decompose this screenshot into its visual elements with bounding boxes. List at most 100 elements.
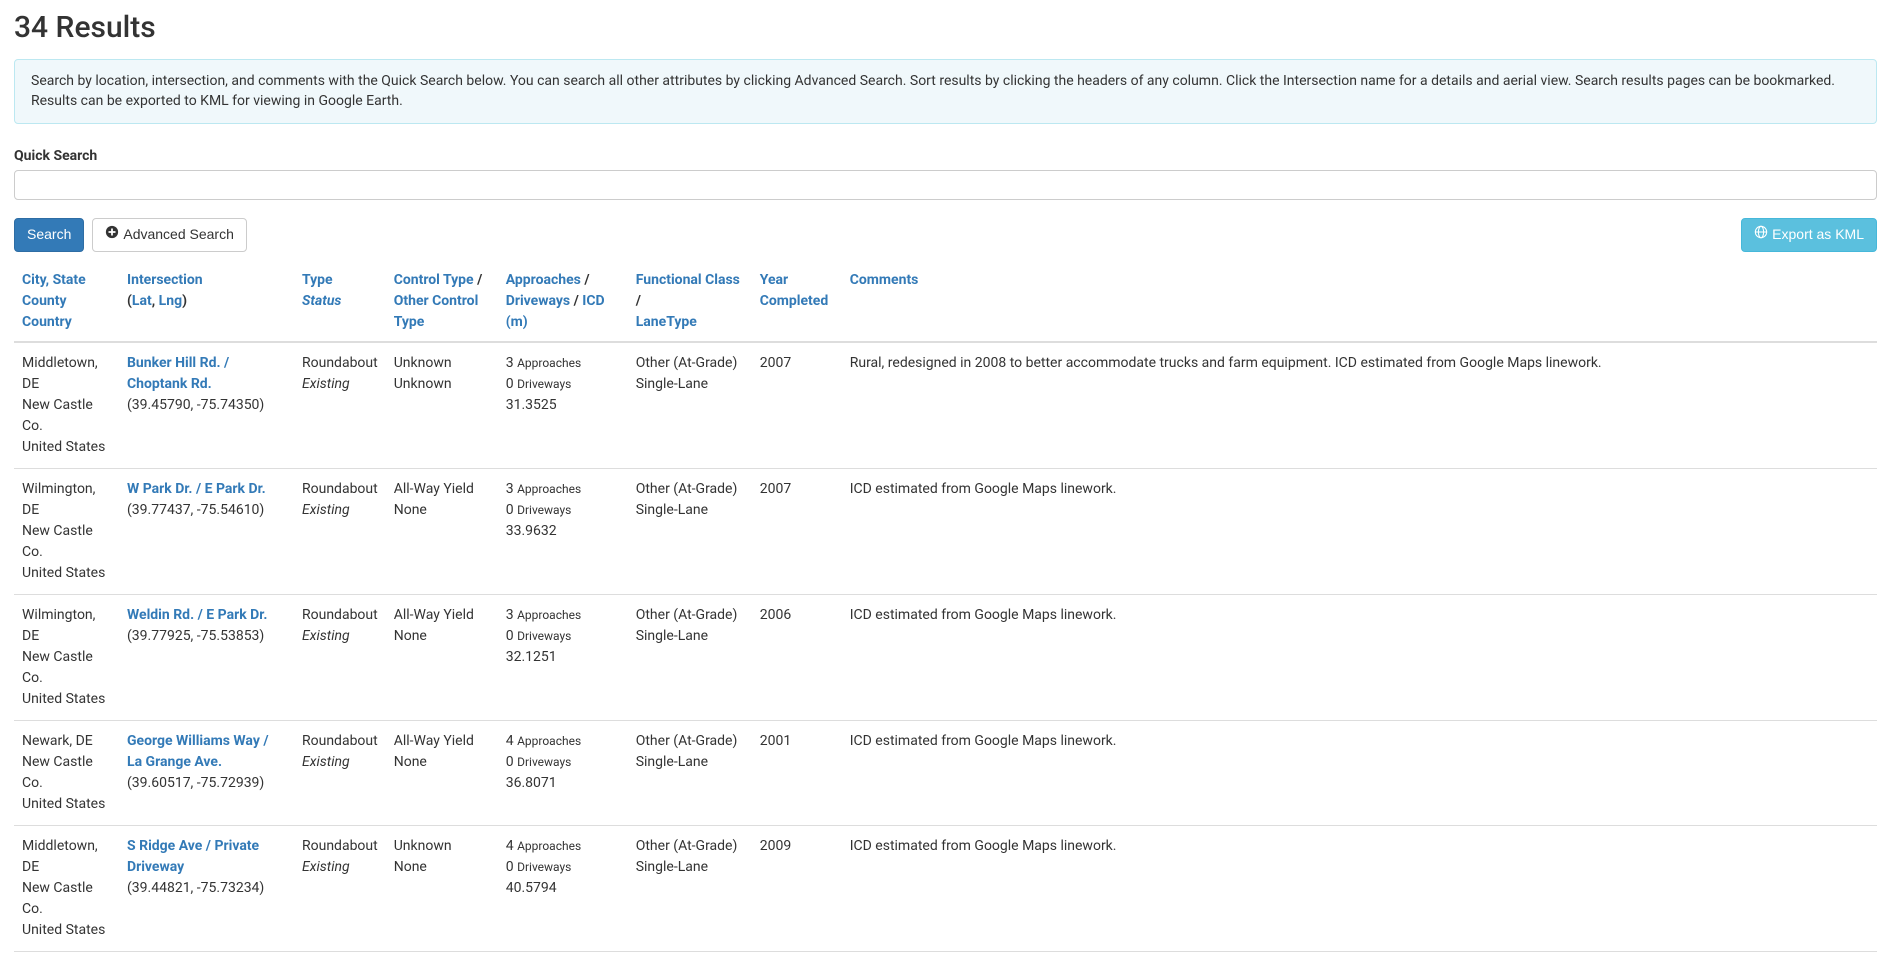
col-location[interactable]: City, State County Country: [14, 262, 119, 342]
icd-value: 31.3525: [506, 395, 620, 416]
plus-circle-icon: [105, 225, 119, 245]
quick-search-input[interactable]: [14, 170, 1877, 200]
cell-intersection: Weldin Rd. / E Park Dr. (39.77925, -75.53…: [119, 595, 294, 721]
col-comments[interactable]: Comments: [842, 262, 1877, 342]
driveways-count: 0: [506, 859, 514, 875]
header-country[interactable]: Country: [22, 314, 72, 330]
cell-year: 2007: [752, 342, 842, 469]
approaches-count: 3: [506, 607, 514, 623]
header-city-state[interactable]: City, State: [22, 272, 86, 288]
approaches-label: Approaches: [517, 356, 581, 370]
header-type[interactable]: Type: [302, 272, 333, 288]
functional-class: Other (At-Grade): [636, 836, 744, 857]
cell-approaches: 3 Approaches0 Driveways31.3525: [498, 342, 628, 469]
cell-comments: ICD estimated from Google Maps linework.: [842, 826, 1877, 952]
cell-control: All-Way YieldNone: [386, 595, 498, 721]
cell-approaches: 4 Approaches0 Driveways40.5794: [498, 826, 628, 952]
cell-type: RoundaboutExisting: [294, 595, 386, 721]
cell-approaches: 3 Approaches0 Driveways33.9632: [498, 469, 628, 595]
county: New Castle Co.: [22, 647, 111, 689]
cell-year: 2006: [752, 595, 842, 721]
toolbar-left: Search Advanced Search: [14, 218, 247, 252]
cell-type: RoundaboutExisting: [294, 721, 386, 826]
header-intersection[interactable]: Intersection: [127, 272, 203, 288]
intersection-link[interactable]: Weldin Rd. / E Park Dr.: [127, 607, 267, 623]
header-lng[interactable]: Lng: [159, 293, 182, 309]
icd-value: 40.5794: [506, 878, 620, 899]
cell-comments: ICD estimated from Google Maps linework.: [842, 721, 1877, 826]
page-title: 34 Results: [14, 10, 1877, 45]
info-box: Search by location, intersection, and co…: [14, 59, 1877, 124]
table-body: Middletown, DE New Castle Co. United State…: [14, 342, 1877, 952]
control-type: Unknown: [394, 836, 490, 857]
lane-type: Single-Lane: [636, 752, 744, 773]
approaches-label: Approaches: [517, 608, 581, 622]
cell-type: RoundaboutExisting: [294, 342, 386, 469]
cell-functional: Other (At-Grade)Single-Lane: [628, 826, 752, 952]
other-control-type: Unknown: [394, 374, 490, 395]
year: 2007: [760, 353, 834, 374]
approaches-label: Approaches: [517, 734, 581, 748]
latlng: (39.77437, -75.54610): [127, 500, 286, 521]
search-button-label: Search: [27, 225, 71, 245]
intersection-link[interactable]: W Park Dr. / E Park Dr.: [127, 481, 266, 497]
country: United States: [22, 563, 111, 584]
approaches-label: Approaches: [517, 482, 581, 496]
col-approaches[interactable]: Approaches / Driveways / ICD (m): [498, 262, 628, 342]
col-functional[interactable]: Functional Class / LaneType: [628, 262, 752, 342]
driveways-count: 0: [506, 376, 514, 392]
toolbar: Search Advanced Search Export as KML: [14, 218, 1877, 252]
header-functional-class[interactable]: Functional Class: [636, 272, 740, 288]
year: 2007: [760, 479, 834, 500]
control-type: Unknown: [394, 353, 490, 374]
search-button[interactable]: Search: [14, 218, 84, 252]
col-control[interactable]: Control Type / Other Control Type: [386, 262, 498, 342]
driveways-count: 0: [506, 502, 514, 518]
cell-type: RoundaboutExisting: [294, 826, 386, 952]
header-lat[interactable]: Lat: [132, 293, 152, 309]
advanced-search-button[interactable]: Advanced Search: [92, 218, 247, 252]
export-kml-button[interactable]: Export as KML: [1741, 218, 1877, 252]
county: New Castle Co.: [22, 878, 111, 920]
header-lane-type[interactable]: LaneType: [636, 314, 697, 330]
cell-intersection: George Williams Way / La Grange Ave.(39.…: [119, 721, 294, 826]
cell-type: RoundaboutExisting: [294, 469, 386, 595]
header-control-type[interactable]: Control Type: [394, 272, 474, 288]
cell-control: UnknownNone: [386, 826, 498, 952]
intersection-link[interactable]: Bunker Hill Rd. / Choptank Rd.: [127, 355, 229, 392]
status: Existing: [302, 500, 378, 521]
status: Existing: [302, 626, 378, 647]
city-state: Middletown, DE: [22, 353, 111, 395]
latlng: (39.77925, -75.53853): [127, 626, 286, 647]
approaches-label: Approaches: [517, 839, 581, 853]
cell-functional: Other (At-Grade)Single-Lane: [628, 342, 752, 469]
cell-control: All-Way YieldNone: [386, 469, 498, 595]
type: Roundabout: [302, 479, 378, 500]
intersection-link[interactable]: George Williams Way / La Grange Ave.: [127, 733, 269, 770]
col-type[interactable]: Type Status: [294, 262, 386, 342]
header-approaches[interactable]: Approaches: [506, 272, 581, 288]
header-comments[interactable]: Comments: [850, 272, 919, 288]
cell-intersection: Bunker Hill Rd. / Choptank Rd.(39.45790,…: [119, 342, 294, 469]
icd-value: 32.1251: [506, 647, 620, 668]
header-county[interactable]: County: [22, 293, 67, 309]
header-other-control-type[interactable]: Other Control Type: [394, 293, 479, 330]
header-driveways[interactable]: Driveways: [506, 293, 570, 309]
cell-approaches: 4 Approaches0 Driveways36.8071: [498, 721, 628, 826]
col-intersection[interactable]: Intersection (Lat, Lng): [119, 262, 294, 342]
header-status[interactable]: Status: [302, 293, 341, 309]
functional-class: Other (At-Grade): [636, 353, 744, 374]
driveways-label: Driveways: [517, 860, 571, 874]
other-control-type: None: [394, 626, 490, 647]
lane-type: Single-Lane: [636, 857, 744, 878]
table-row: Middletown, DENew Castle Co.United State…: [14, 826, 1877, 952]
comments: ICD estimated from Google Maps linework.: [850, 836, 1869, 857]
intersection-link[interactable]: S Ridge Ave / Private Driveway: [127, 838, 259, 875]
functional-class: Other (At-Grade): [636, 479, 744, 500]
col-year[interactable]: Year Completed: [752, 262, 842, 342]
country: United States: [22, 437, 111, 458]
approaches-count: 3: [506, 355, 514, 371]
type: Roundabout: [302, 836, 378, 857]
header-year[interactable]: Year Completed: [760, 272, 829, 309]
cell-functional: Other (At-Grade)Single-Lane: [628, 721, 752, 826]
